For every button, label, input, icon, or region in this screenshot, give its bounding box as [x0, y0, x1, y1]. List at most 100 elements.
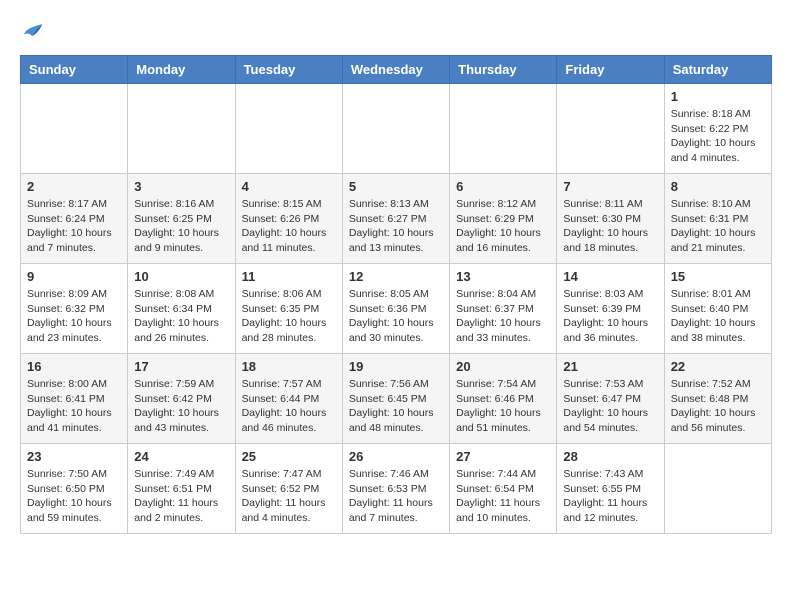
day-info: Sunrise: 8:17 AMSunset: 6:24 PMDaylight:…	[27, 197, 121, 256]
calendar-cell: 21Sunrise: 7:53 AMSunset: 6:47 PMDayligh…	[557, 354, 664, 444]
day-number: 23	[27, 449, 121, 464]
calendar-cell: 22 Sunrise: 7:52 AMSunset: 6:48 PMDayligh…	[664, 354, 771, 444]
calendar-cell	[21, 84, 128, 174]
logo	[20, 20, 48, 45]
calendar-cell: 4Sunrise: 8:15 AMSunset: 6:26 PMDaylight…	[235, 174, 342, 264]
calendar-cell	[235, 84, 342, 174]
day-number: 5	[349, 179, 443, 194]
day-number: 7	[563, 179, 657, 194]
day-info: Sunrise: 7:57 AMSunset: 6:44 PMDaylight:…	[242, 377, 336, 436]
header-day-saturday: Saturday	[664, 56, 771, 84]
calendar-cell: 14 Sunrise: 8:03 AMSunset: 6:39 PMDayligh…	[557, 264, 664, 354]
calendar-cell: 16 Sunrise: 8:00 AMSunset: 6:41 PMDayligh…	[21, 354, 128, 444]
day-info: Sunrise: 7:49 AMSunset: 6:51 PMDaylight:…	[134, 467, 228, 526]
day-number: 19	[349, 359, 443, 374]
day-info: Sunrise: 8:08 AMSunset: 6:34 PMDaylight:…	[134, 287, 228, 346]
header-day-friday: Friday	[557, 56, 664, 84]
day-info: Sunrise: 7:52 AMSunset: 6:48 PMDaylight:…	[671, 377, 765, 436]
calendar-body: 1 Sunrise: 8:18 AMSunset: 6:22 PMDaylight…	[21, 84, 772, 534]
day-number: 2	[27, 179, 121, 194]
calendar-cell: 17Sunrise: 7:59 AMSunset: 6:42 PMDayligh…	[128, 354, 235, 444]
calendar-header-row: SundayMondayTuesdayWednesdayThursdayFrid…	[21, 56, 772, 84]
day-number: 3	[134, 179, 228, 194]
calendar-cell: 15 Sunrise: 8:01 AMSunset: 6:40 PMDayligh…	[664, 264, 771, 354]
day-info: Sunrise: 8:09 AMSunset: 6:32 PMDaylight:…	[27, 287, 121, 346]
day-info: Sunrise: 8:00 AMSunset: 6:41 PMDaylight:…	[27, 377, 121, 436]
calendar-cell: 9 Sunrise: 8:09 AMSunset: 6:32 PMDaylight…	[21, 264, 128, 354]
day-number: 22	[671, 359, 765, 374]
calendar-cell: 7 Sunrise: 8:11 AMSunset: 6:30 PMDaylight…	[557, 174, 664, 264]
day-info: Sunrise: 7:43 AMSunset: 6:55 PMDaylight:…	[563, 467, 657, 526]
day-info: Sunrise: 7:44 AMSunset: 6:54 PMDaylight:…	[456, 467, 550, 526]
day-info: Sunrise: 7:59 AMSunset: 6:42 PMDaylight:…	[134, 377, 228, 436]
calendar-cell: 5 Sunrise: 8:13 AMSunset: 6:27 PMDaylight…	[342, 174, 449, 264]
calendar-cell	[664, 444, 771, 534]
day-number: 6	[456, 179, 550, 194]
day-info: Sunrise: 8:01 AMSunset: 6:40 PMDaylight:…	[671, 287, 765, 346]
header-day-tuesday: Tuesday	[235, 56, 342, 84]
day-number: 9	[27, 269, 121, 284]
calendar-cell: 3 Sunrise: 8:16 AMSunset: 6:25 PMDaylight…	[128, 174, 235, 264]
day-number: 8	[671, 179, 765, 194]
calendar-cell: 11Sunrise: 8:06 AMSunset: 6:35 PMDayligh…	[235, 264, 342, 354]
day-number: 21	[563, 359, 657, 374]
day-number: 28	[563, 449, 657, 464]
day-info: Sunrise: 8:15 AMSunset: 6:26 PMDaylight:…	[242, 197, 336, 256]
calendar-cell	[342, 84, 449, 174]
calendar-week-row: 16 Sunrise: 8:00 AMSunset: 6:41 PMDayligh…	[21, 354, 772, 444]
calendar-cell: 19 Sunrise: 7:56 AMSunset: 6:45 PMDayligh…	[342, 354, 449, 444]
day-info: Sunrise: 8:16 AMSunset: 6:25 PMDaylight:…	[134, 197, 228, 256]
calendar-cell	[557, 84, 664, 174]
calendar-week-row: 1 Sunrise: 8:18 AMSunset: 6:22 PMDaylight…	[21, 84, 772, 174]
day-info: Sunrise: 7:47 AMSunset: 6:52 PMDaylight:…	[242, 467, 336, 526]
header-day-sunday: Sunday	[21, 56, 128, 84]
calendar-cell: 20Sunrise: 7:54 AMSunset: 6:46 PMDayligh…	[450, 354, 557, 444]
header-day-thursday: Thursday	[450, 56, 557, 84]
day-number: 12	[349, 269, 443, 284]
calendar-cell: 12 Sunrise: 8:05 AMSunset: 6:36 PMDayligh…	[342, 264, 449, 354]
calendar-cell: 23Sunrise: 7:50 AMSunset: 6:50 PMDayligh…	[21, 444, 128, 534]
calendar-cell: 25 Sunrise: 7:47 AMSunset: 6:52 PMDayligh…	[235, 444, 342, 534]
day-info: Sunrise: 8:12 AMSunset: 6:29 PMDaylight:…	[456, 197, 550, 256]
day-info: Sunrise: 8:04 AMSunset: 6:37 PMDaylight:…	[456, 287, 550, 346]
calendar-cell: 6 Sunrise: 8:12 AMSunset: 6:29 PMDaylight…	[450, 174, 557, 264]
day-number: 10	[134, 269, 228, 284]
day-number: 27	[456, 449, 550, 464]
day-info: Sunrise: 8:06 AMSunset: 6:35 PMDaylight:…	[242, 287, 336, 346]
calendar-cell	[450, 84, 557, 174]
day-number: 15	[671, 269, 765, 284]
day-number: 1	[671, 89, 765, 104]
calendar-cell: 8 Sunrise: 8:10 AMSunset: 6:31 PMDaylight…	[664, 174, 771, 264]
calendar-cell: 10 Sunrise: 8:08 AMSunset: 6:34 PMDayligh…	[128, 264, 235, 354]
day-info: Sunrise: 8:03 AMSunset: 6:39 PMDaylight:…	[563, 287, 657, 346]
logo-bird-icon	[20, 20, 44, 40]
calendar-cell: 24 Sunrise: 7:49 AMSunset: 6:51 PMDayligh…	[128, 444, 235, 534]
day-number: 16	[27, 359, 121, 374]
day-info: Sunrise: 8:10 AMSunset: 6:31 PMDaylight:…	[671, 197, 765, 256]
calendar-cell: 27 Sunrise: 7:44 AMSunset: 6:54 PMDayligh…	[450, 444, 557, 534]
calendar-cell: 1 Sunrise: 8:18 AMSunset: 6:22 PMDaylight…	[664, 84, 771, 174]
day-number: 13	[456, 269, 550, 284]
day-info: Sunrise: 8:05 AMSunset: 6:36 PMDaylight:…	[349, 287, 443, 346]
day-number: 14	[563, 269, 657, 284]
calendar-cell: 18 Sunrise: 7:57 AMSunset: 6:44 PMDayligh…	[235, 354, 342, 444]
day-number: 25	[242, 449, 336, 464]
calendar-cell: 13 Sunrise: 8:04 AMSunset: 6:37 PMDayligh…	[450, 264, 557, 354]
calendar-cell	[128, 84, 235, 174]
day-number: 18	[242, 359, 336, 374]
calendar-week-row: 2 Sunrise: 8:17 AMSunset: 6:24 PMDaylight…	[21, 174, 772, 264]
day-info: Sunrise: 7:46 AMSunset: 6:53 PMDaylight:…	[349, 467, 443, 526]
calendar-cell: 2 Sunrise: 8:17 AMSunset: 6:24 PMDaylight…	[21, 174, 128, 264]
calendar-cell: 28 Sunrise: 7:43 AMSunset: 6:55 PMDayligh…	[557, 444, 664, 534]
day-info: Sunrise: 7:56 AMSunset: 6:45 PMDaylight:…	[349, 377, 443, 436]
calendar-week-row: 23Sunrise: 7:50 AMSunset: 6:50 PMDayligh…	[21, 444, 772, 534]
day-info: Sunrise: 8:13 AMSunset: 6:27 PMDaylight:…	[349, 197, 443, 256]
day-info: Sunrise: 8:18 AMSunset: 6:22 PMDaylight:…	[671, 107, 765, 166]
day-info: Sunrise: 8:11 AMSunset: 6:30 PMDaylight:…	[563, 197, 657, 256]
header-day-wednesday: Wednesday	[342, 56, 449, 84]
day-number: 26	[349, 449, 443, 464]
page-header	[20, 20, 772, 45]
calendar-week-row: 9 Sunrise: 8:09 AMSunset: 6:32 PMDaylight…	[21, 264, 772, 354]
day-number: 24	[134, 449, 228, 464]
calendar-table: SundayMondayTuesdayWednesdayThursdayFrid…	[20, 55, 772, 534]
